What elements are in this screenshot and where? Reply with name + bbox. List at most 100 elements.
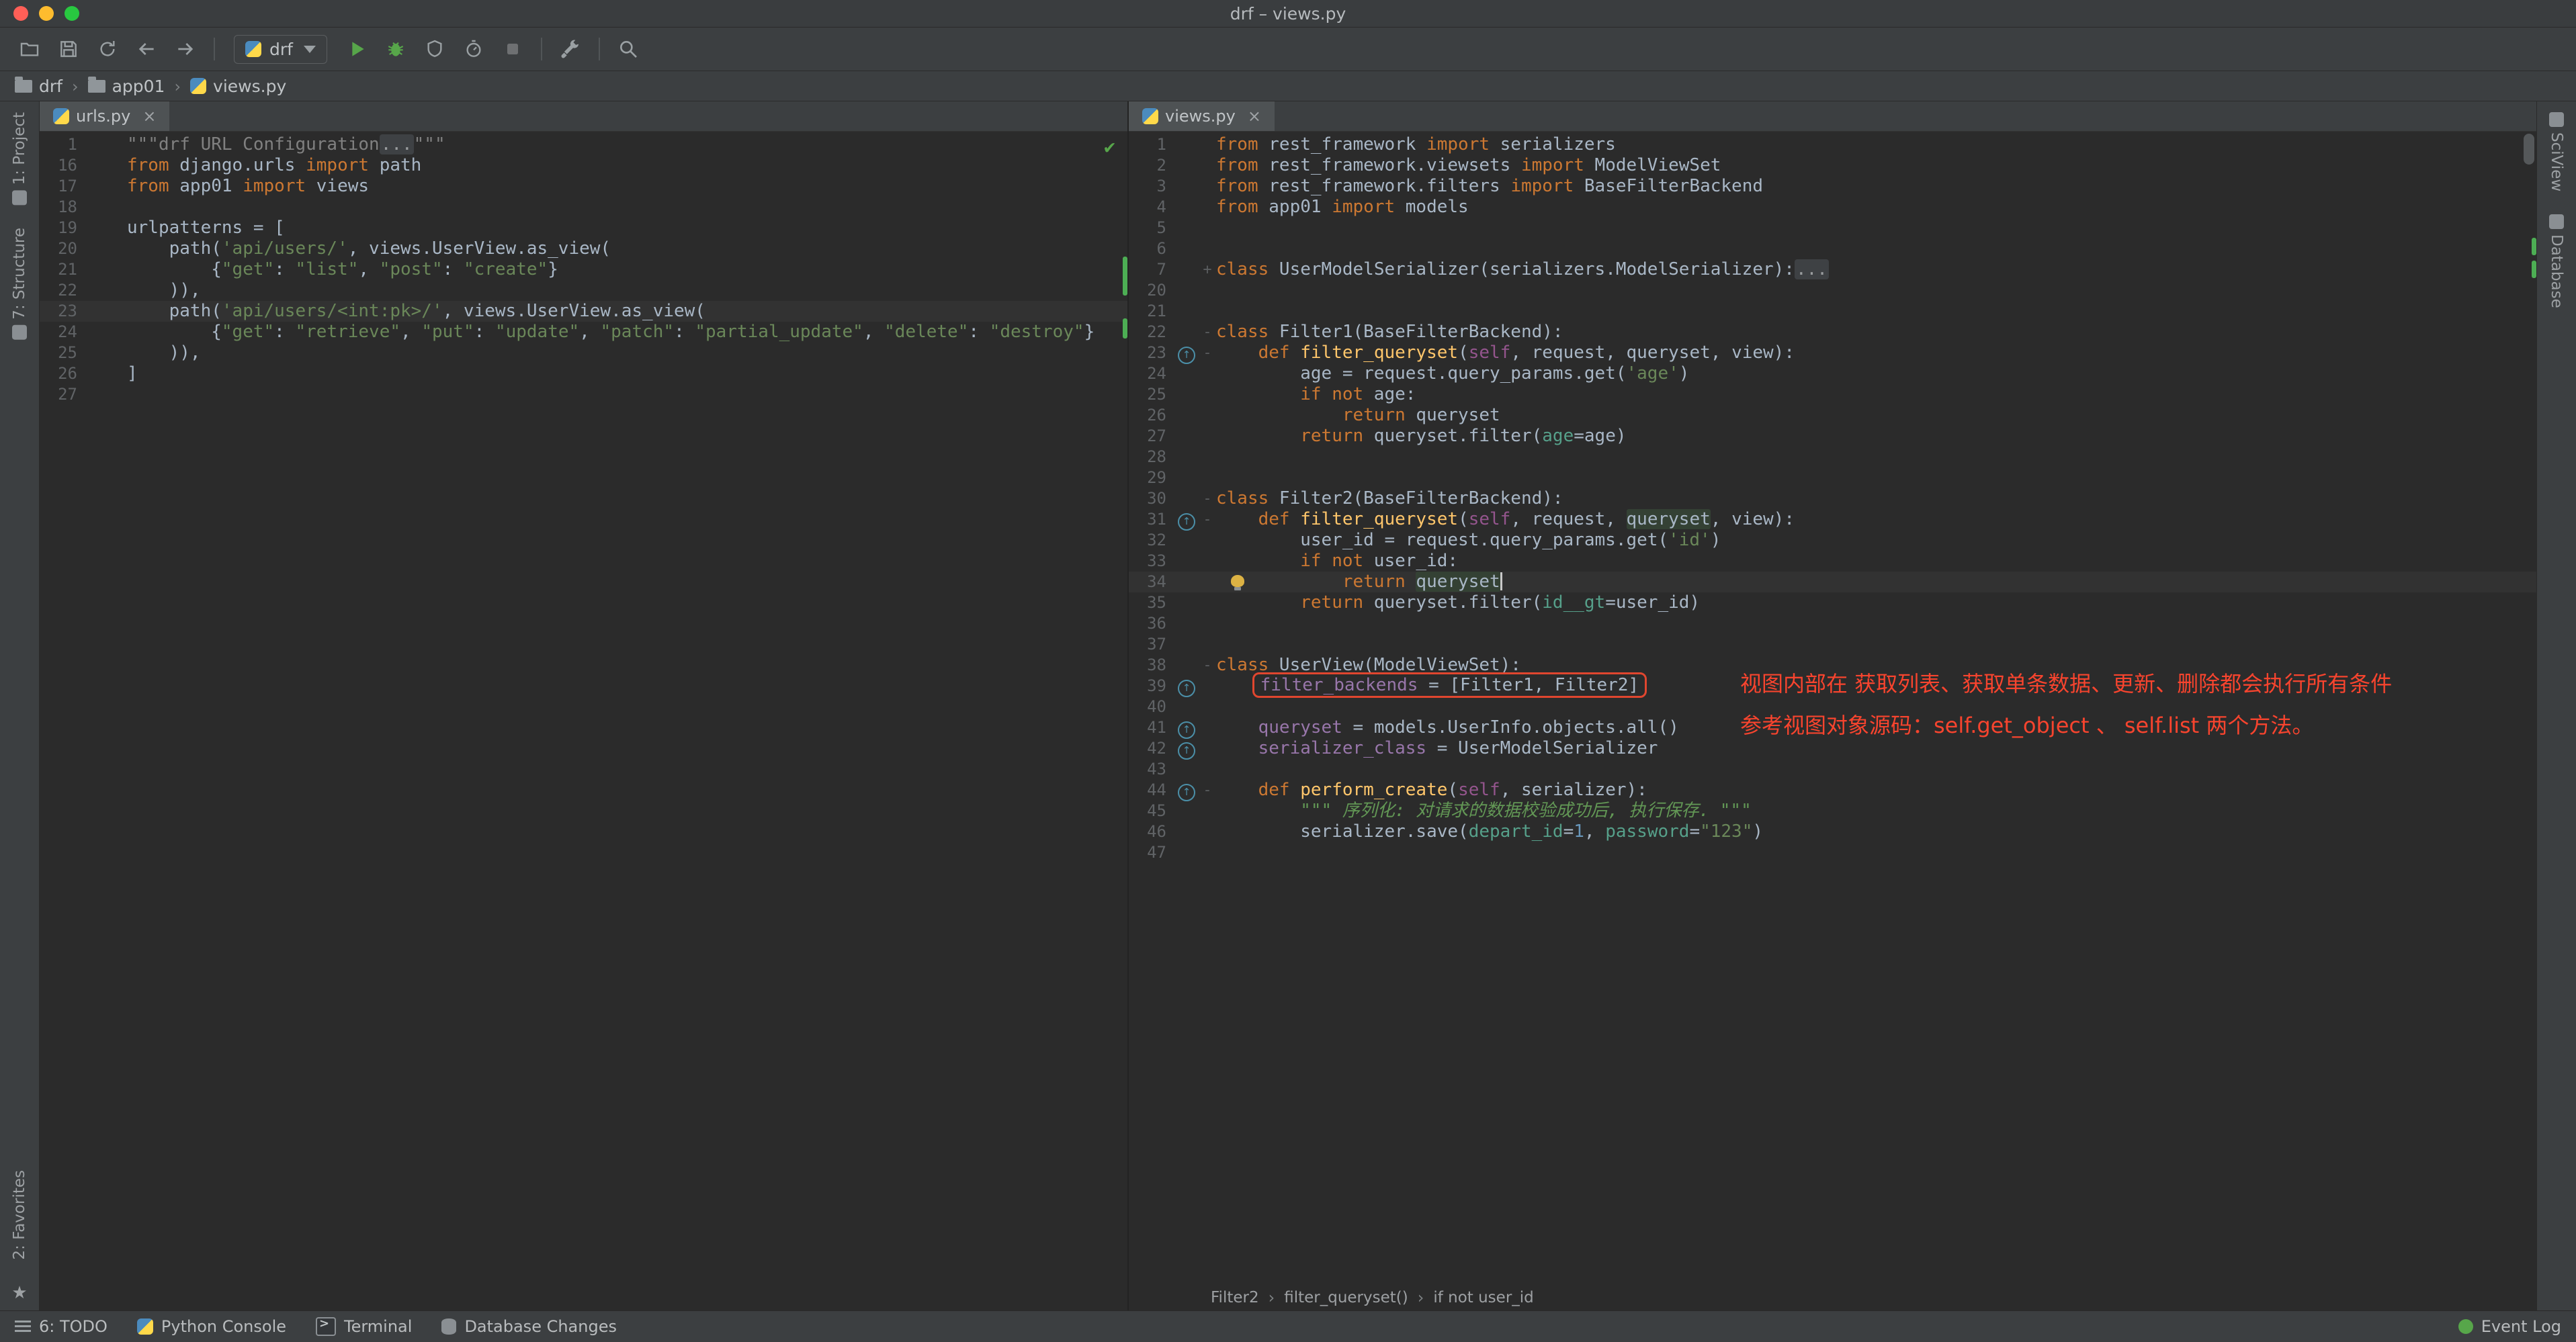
code-line[interactable]: 18 [40,197,1127,218]
code-text[interactable] [1216,218,2536,238]
line-number[interactable]: 3 [1129,176,1174,197]
code-line[interactable]: 1"""drf URL Configuration...""" [40,134,1127,155]
override-marker-icon[interactable]: ↑ [1178,347,1195,364]
line-number[interactable]: 16 [40,155,85,176]
code-line[interactable]: 25 if not age: [1129,384,2536,405]
line-number[interactable]: 31 [1129,509,1174,530]
editor-breadcrumb-item[interactable]: filter_queryset() [1284,1289,1408,1306]
line-number[interactable]: 27 [1129,426,1174,447]
forward-icon[interactable] [171,34,200,64]
editor-breadcrumb-item[interactable]: if not user_id [1433,1289,1533,1306]
line-number[interactable]: 22 [1129,322,1174,343]
line-number[interactable]: 18 [40,197,85,218]
code-text[interactable]: return queryset.filter(age=age) [1216,426,2536,447]
code-text[interactable]: from app01 import views [127,176,1127,197]
tab-views-py[interactable]: views.py [1129,101,1275,131]
line-number[interactable]: 45 [1129,801,1174,821]
line-number[interactable]: 34 [1129,572,1174,592]
line-number[interactable]: 1 [1129,134,1174,155]
code-line[interactable]: 6 [1129,238,2536,259]
line-number[interactable]: 38 [1129,655,1174,676]
zoom-window-button[interactable] [65,6,79,21]
toolwindow-favorites-button[interactable]: 2: Favorites [11,1170,28,1260]
line-number[interactable]: 36 [1129,613,1174,634]
run-icon[interactable] [342,34,372,64]
breadcrumb-item-file[interactable]: views.py [190,77,286,96]
code-text[interactable]: class Filter1(BaseFilterBackend): [1216,322,2536,343]
code-text[interactable] [1216,280,2536,301]
fold-marker[interactable]: - [1199,655,1216,676]
intention-bulb-icon[interactable] [1231,575,1244,587]
line-number[interactable]: 25 [1129,384,1174,405]
line-number[interactable]: 25 [40,343,85,363]
scrollbar-thumb[interactable] [2524,134,2534,165]
code-text[interactable]: return queryset.filter(id__gt=user_id) [1216,592,2536,613]
favorites-star-icon[interactable]: ★ [11,1283,27,1303]
tab-urls-py[interactable]: urls.py [40,101,169,131]
line-number[interactable]: 44 [1129,780,1174,801]
code-text[interactable] [1216,467,2536,488]
code-text[interactable]: age = request.query_params.get('age') [1216,363,2536,384]
line-number[interactable]: 24 [1129,363,1174,384]
line-number[interactable]: 7 [1129,259,1174,280]
override-marker-icon[interactable]: ↑ [1178,721,1195,739]
override-marker-icon[interactable]: ↑ [1178,742,1195,760]
code-line[interactable]: 2from rest_framework.viewsets import Mod… [1129,155,2536,176]
fold-marker[interactable]: + [1199,259,1216,280]
code-text[interactable] [1216,613,2536,634]
code-text[interactable]: serializer_class = UserModelSerializer [1216,738,2536,759]
code-text[interactable]: ] [127,363,1127,384]
code-text[interactable]: class UserModelSerializer(serializers.Mo… [1216,259,2536,280]
fold-marker[interactable]: - [1199,780,1216,801]
code-text[interactable]: """drf URL Configuration...""" [127,134,1127,155]
code-line[interactable]: 34 return queryset [1129,572,2536,592]
code-text[interactable] [1216,447,2536,467]
breadcrumb-item-project[interactable]: drf [15,77,62,96]
code-line[interactable]: 42↑ serializer_class = UserModelSerializ… [1129,738,2536,759]
line-number[interactable]: 32 [1129,530,1174,551]
code-text[interactable] [1216,238,2536,259]
code-line[interactable]: 3from rest_framework.filters import Base… [1129,176,2536,197]
override-marker-icon[interactable]: ↑ [1178,680,1195,697]
code-line[interactable]: 5 [1129,218,2536,238]
code-line[interactable]: 32 user_id = request.query_params.get('i… [1129,530,2536,551]
code-text[interactable]: return queryset [1216,405,2536,426]
code-line[interactable]: 39↑ filter_backends = [Filter1, Filter2]… [1129,676,2536,697]
code-line[interactable]: 19urlpatterns = [ [40,218,1127,238]
code-text[interactable] [1216,842,2536,863]
code-text[interactable]: def filter_queryset(self, request, query… [1216,509,2536,530]
code-line[interactable]: 27 [40,384,1127,405]
code-line[interactable]: 35 return queryset.filter(id__gt=user_id… [1129,592,2536,613]
editor-urls[interactable]: 1"""drf URL Configuration..."""16from dj… [40,132,1127,1311]
code-text[interactable]: from rest_framework.viewsets import Mode… [1216,155,2536,176]
toolwindow-sciview-button[interactable]: SciView [2548,112,2565,191]
line-number[interactable]: 23 [1129,343,1174,363]
line-number[interactable]: 40 [1129,697,1174,717]
code-line[interactable]: 4from app01 import models [1129,197,2536,218]
sync-icon[interactable] [93,34,122,64]
line-number[interactable]: 24 [40,322,85,343]
line-number[interactable]: 30 [1129,488,1174,509]
editor-breadcrumb-item[interactable]: Filter2 [1211,1289,1259,1306]
code-line[interactable]: 22-class Filter1(BaseFilterBackend): [1129,322,2536,343]
code-text[interactable]: urlpatterns = [ [127,218,1127,238]
line-number[interactable]: 28 [1129,447,1174,467]
code-line[interactable]: 21 [1129,301,2536,322]
code-line[interactable]: 36 [1129,613,2536,634]
code-text[interactable]: """ 序列化: 对请求的数据校验成功后, 执行保存. """ [1216,801,2536,821]
toolwindow-database-button[interactable]: Database [2548,214,2565,308]
code-text[interactable]: )), [127,280,1127,301]
line-number[interactable]: 39 [1129,676,1174,697]
code-line[interactable]: 46 serializer.save(depart_id=1, password… [1129,821,2536,842]
line-number[interactable]: 5 [1129,218,1174,238]
override-marker-icon[interactable]: ↑ [1178,513,1195,531]
line-number[interactable]: 43 [1129,759,1174,780]
code-text[interactable]: {"get": "list", "post": "create"} [127,259,1127,280]
line-number[interactable]: 42 [1129,738,1174,759]
coverage-icon[interactable] [420,34,449,64]
code-text[interactable]: user_id = request.query_params.get('id') [1216,530,2536,551]
code-line[interactable]: 22 )), [40,280,1127,301]
code-text[interactable]: class Filter2(BaseFilterBackend): [1216,488,2536,509]
toolwindow-project-button[interactable]: 1: Project [11,112,28,205]
line-number[interactable]: 29 [1129,467,1174,488]
